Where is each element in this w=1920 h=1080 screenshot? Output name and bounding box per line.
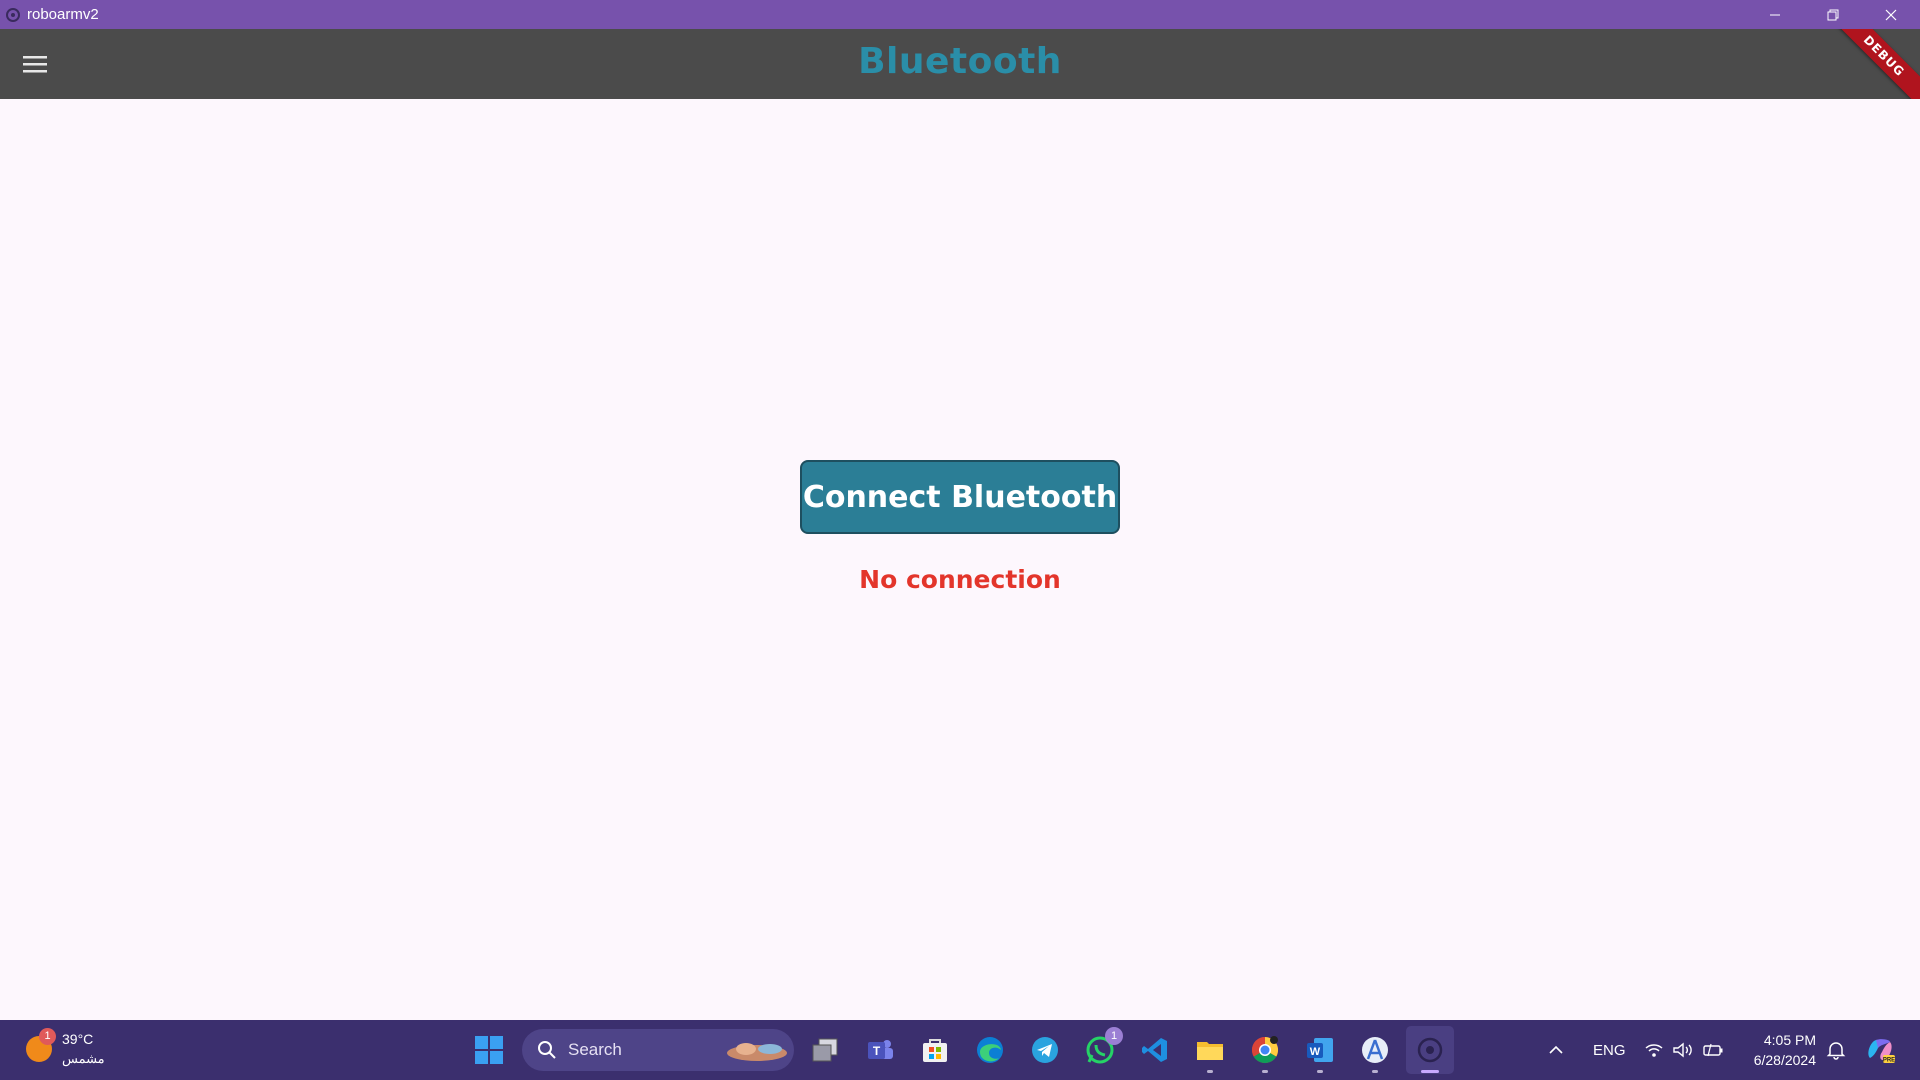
- roboarmv2-app-button[interactable]: [1413, 1033, 1447, 1073]
- close-button[interactable]: [1862, 0, 1920, 29]
- android-studio-button[interactable]: [1358, 1033, 1392, 1073]
- search-highlight-illustration: [727, 1043, 787, 1061]
- word-button[interactable]: W: [1303, 1033, 1337, 1073]
- show-hidden-icons-button[interactable]: [1548, 1020, 1564, 1080]
- telegram-icon: [1032, 1037, 1058, 1063]
- weather-widget[interactable]: 1 39°C مشمس: [26, 1028, 105, 1068]
- copilot-icon: PRE: [1868, 1039, 1895, 1064]
- svg-text:T: T: [873, 1044, 881, 1058]
- weather-badge: 1: [39, 1028, 56, 1045]
- volume-icon: [1673, 1042, 1692, 1058]
- file-explorer-icon: [1197, 1042, 1223, 1060]
- sun-icon: 1: [26, 1028, 56, 1062]
- connection-status: No connection: [859, 565, 1061, 594]
- whatsapp-button[interactable]: 1: [1083, 1027, 1123, 1067]
- notifications-button[interactable]: [1826, 1020, 1846, 1080]
- android-studio-icon: [1362, 1037, 1388, 1063]
- start-button[interactable]: [472, 1033, 506, 1067]
- minimize-button[interactable]: [1746, 0, 1804, 29]
- edge-button[interactable]: [973, 1033, 1007, 1067]
- whatsapp-badge: 1: [1105, 1027, 1123, 1045]
- file-explorer-button[interactable]: [1193, 1033, 1227, 1073]
- clock[interactable]: 4:05 PM 6/28/2024: [1740, 1030, 1816, 1070]
- microsoft-store-icon: [923, 1039, 947, 1062]
- microsoft-store-button[interactable]: [918, 1033, 952, 1067]
- clock-time: 4:05 PM: [1763, 1032, 1816, 1048]
- quick-settings-button[interactable]: [1644, 1020, 1724, 1080]
- window-title: roboarmv2: [27, 6, 99, 23]
- teams-button[interactable]: T: [863, 1033, 897, 1067]
- battery-icon: [1703, 1043, 1723, 1057]
- language-indicator[interactable]: ENG: [1593, 1020, 1626, 1080]
- vscode-button[interactable]: [1138, 1033, 1172, 1067]
- app-icon: [3, 5, 23, 25]
- chrome-icon: [1251, 1036, 1279, 1064]
- active-indicator: [1421, 1070, 1439, 1073]
- copilot-button[interactable]: PRE: [1864, 1020, 1896, 1080]
- minimize-icon: [1770, 14, 1780, 15]
- running-indicator: [1372, 1070, 1378, 1073]
- search-icon: [536, 1039, 558, 1061]
- window-title-bar: roboarmv2: [0, 0, 1920, 29]
- svg-text:W: W: [1310, 1046, 1321, 1058]
- start-icon: [475, 1036, 503, 1064]
- weather-description: مشمس: [62, 1051, 105, 1066]
- roboarmv2-app-icon: [1417, 1037, 1443, 1063]
- running-indicator: [1262, 1070, 1268, 1073]
- app-bar: Bluetooth DEBUG: [0, 29, 1920, 99]
- close-icon: [1885, 9, 1897, 20]
- search-placeholder: Search: [568, 1040, 622, 1059]
- chrome-button[interactable]: [1248, 1033, 1282, 1073]
- page-title: Bluetooth: [858, 41, 1062, 82]
- running-indicator: [1207, 1070, 1213, 1073]
- restore-button[interactable]: [1804, 0, 1862, 29]
- restore-icon: [1827, 9, 1839, 20]
- wifi-icon: [1645, 1044, 1663, 1057]
- edge-icon: [977, 1037, 1003, 1063]
- svg-text:PRE: PRE: [1883, 1058, 1895, 1064]
- task-view-icon: [812, 1038, 838, 1062]
- taskbar-search[interactable]: Search: [522, 1029, 794, 1071]
- running-indicator: [1317, 1070, 1323, 1073]
- notification-bell-icon: [1826, 1042, 1846, 1060]
- clock-date: 6/28/2024: [1753, 1052, 1816, 1068]
- chevron-up-icon: [1549, 1045, 1563, 1054]
- telegram-button[interactable]: [1028, 1033, 1062, 1067]
- weather-temperature: 39°C: [62, 1031, 94, 1047]
- taskbar: 1 39°C مشمس Search T 1 W ENG 4:05 PM 6/2…: [0, 1020, 1920, 1080]
- language-label: ENG: [1593, 1041, 1626, 1059]
- word-icon: W: [1307, 1038, 1333, 1062]
- connect-bluetooth-button[interactable]: Connect Bluetooth: [800, 460, 1120, 534]
- main-content: Connect Bluetooth No connection: [0, 99, 1920, 1020]
- teams-icon: T: [868, 1040, 893, 1059]
- vscode-icon: [1142, 1038, 1167, 1062]
- task-view-button[interactable]: [808, 1033, 842, 1067]
